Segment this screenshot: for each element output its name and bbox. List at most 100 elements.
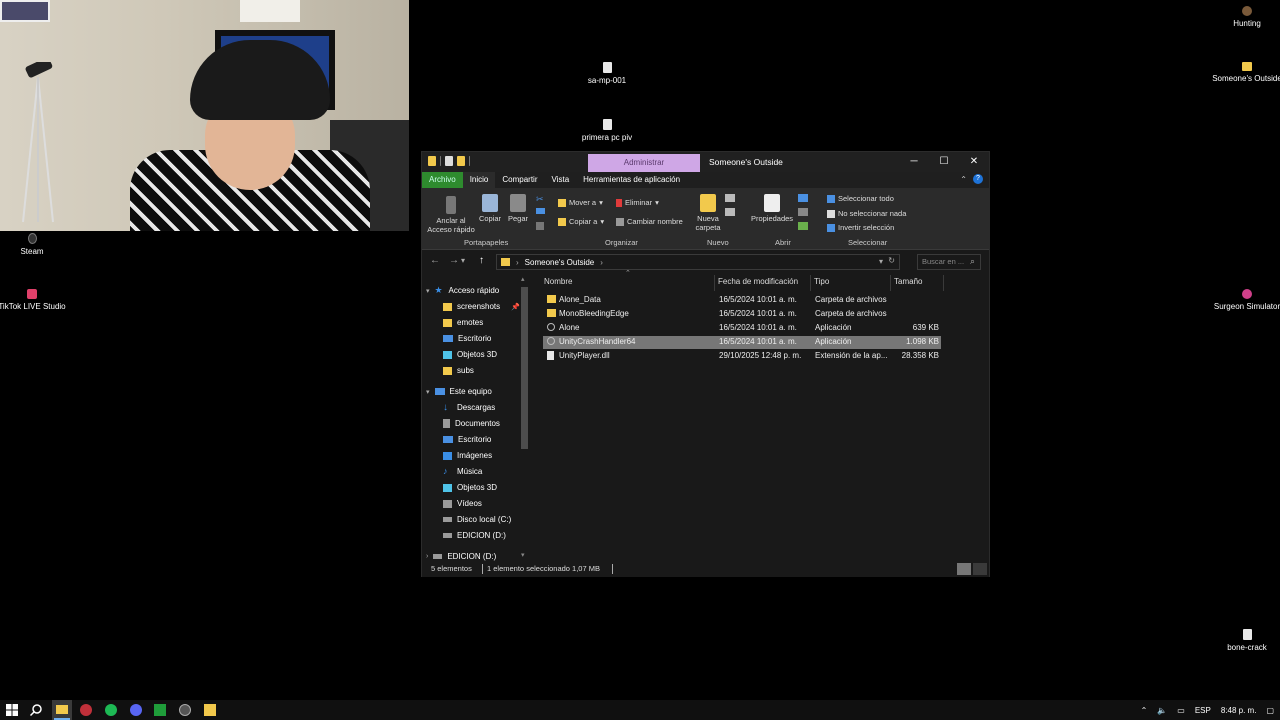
paste-button[interactable]: Pegar (506, 194, 530, 223)
scrollbar-thumb[interactable] (521, 287, 528, 449)
nav-emotes[interactable]: emotes (443, 318, 483, 327)
nav-videos[interactable]: Vídeos (443, 499, 482, 508)
nav-subs[interactable]: subs (443, 366, 474, 375)
scroll-up-icon[interactable]: ▴ (521, 275, 525, 283)
excel-icon[interactable] (154, 704, 166, 716)
forward-arrow-icon[interactable]: → (449, 255, 459, 266)
column-divider[interactable] (890, 275, 891, 291)
context-tab-administrar[interactable]: Administrar (588, 154, 700, 172)
clock[interactable]: 8:48 p. m. (1221, 706, 1257, 715)
desktop-icon-primera-pc-piv[interactable]: primera pc piv (572, 119, 642, 143)
cut-icon[interactable]: ✂ (536, 194, 544, 205)
navpane-scrollbar[interactable]: ▴ ▾ (521, 276, 528, 559)
search-icon[interactable]: ⌕ (970, 256, 975, 267)
help-icon[interactable]: ? (973, 174, 983, 184)
nav-objetos-3d[interactable]: Objetos 3D (443, 483, 497, 492)
paste-shortcut-icon[interactable] (536, 222, 544, 230)
desktop-icon-surgeon-simulator[interactable]: Surgeon Simulator (1212, 289, 1280, 312)
path-dropdown-icon[interactable]: ▾ (879, 257, 883, 266)
column-header-name[interactable]: Nombre (544, 277, 572, 286)
delete-button[interactable]: Eliminar ▾ (616, 198, 659, 207)
maximize-button[interactable]: ☐ (929, 152, 959, 172)
properties-icon[interactable] (445, 156, 453, 166)
tab-inicio[interactable]: Inicio (462, 172, 496, 188)
desktop-icon-sa-mp-001[interactable]: sa-mp-001 (572, 62, 642, 86)
pin-quick-access-button[interactable]: Anclar al Acceso rápido (426, 196, 476, 234)
opera-icon[interactable] (80, 704, 92, 716)
desktop-icon-steam[interactable]: Steam (0, 233, 67, 257)
file-row[interactable]: Alone_Data 16/5/2024 10:01 a. m. Carpeta… (543, 294, 941, 307)
nav-quick-access[interactable]: ▾ ★ Acceso rápido (426, 286, 499, 296)
desktop-icon-someones-outside[interactable]: Someone's Outside (1212, 62, 1280, 84)
column-divider[interactable] (810, 275, 811, 291)
notifications-icon[interactable]: ▢ (1266, 706, 1274, 715)
open-icon[interactable] (798, 194, 808, 202)
desktop-icon-bone-crack[interactable]: bone-crack (1212, 629, 1280, 653)
file-row[interactable]: MonoBleedingEdge 16/5/2024 10:01 a. m. C… (543, 308, 941, 321)
close-button[interactable]: ✕ (959, 152, 989, 172)
volume-icon[interactable]: 🔈 (1157, 706, 1167, 715)
nav-escritorio[interactable]: Escritorio (443, 435, 491, 444)
details-view-button[interactable] (957, 563, 971, 575)
nav-imagenes[interactable]: Imágenes (443, 451, 492, 460)
column-divider[interactable] (943, 275, 944, 291)
taskbar-file-explorer[interactable] (52, 700, 72, 720)
edit-icon[interactable] (798, 208, 808, 216)
nav-este-equipo[interactable]: ▾ Este equipo (426, 387, 492, 396)
nav-descargas[interactable]: ↓ Descargas (443, 403, 495, 413)
copy-to-button[interactable]: Copiar a ▾ (558, 217, 604, 226)
nav-edicion-d[interactable]: EDICION (D:) (443, 531, 506, 540)
select-all-button[interactable]: Seleccionar todo (827, 194, 894, 203)
discord-icon[interactable] (130, 704, 142, 716)
nav-objetos-3d-quick[interactable]: Objetos 3D (443, 350, 497, 359)
breadcrumb[interactable]: Someone's Outside (525, 258, 595, 267)
nav-musica[interactable]: ♪ Música (443, 467, 482, 477)
select-none-button[interactable]: No seleccionar nada (827, 209, 906, 218)
refresh-icon[interactable]: ↻ (888, 256, 895, 265)
history-icon[interactable] (798, 222, 808, 230)
tab-archivo[interactable]: Archivo (422, 172, 463, 188)
spotify-icon[interactable] (105, 704, 117, 716)
nav-disco-local-c[interactable]: Disco local (C:) (443, 515, 511, 524)
file-row[interactable]: Alone 16/5/2024 10:01 a. m. Aplicación 6… (543, 322, 941, 335)
language-indicator[interactable]: ESP (1195, 706, 1211, 715)
nav-documentos[interactable]: Documentos (443, 419, 500, 428)
desktop-icon-hunting[interactable]: Hunting (1212, 6, 1280, 29)
search-icon[interactable] (29, 703, 43, 717)
windows-start-icon[interactable] (5, 703, 19, 717)
properties-button[interactable]: Propiedades (750, 194, 794, 223)
tab-herramientas[interactable]: Herramientas de aplicación (576, 172, 687, 188)
large-icons-view-button[interactable] (973, 563, 987, 575)
nav-screenshots[interactable]: screenshots 📌 (443, 302, 520, 311)
copy-button[interactable]: Copiar (478, 194, 502, 223)
column-header-size[interactable]: Tamaño (894, 277, 922, 286)
back-arrow-icon[interactable]: ← (430, 255, 440, 266)
column-header-date[interactable]: Fecha de modificación (718, 277, 798, 286)
network-icon[interactable]: ▭ (1177, 706, 1185, 715)
up-arrow-icon[interactable]: ↑ (479, 255, 484, 266)
copy-path-icon[interactable] (536, 208, 545, 214)
rename-button[interactable]: Cambiar nombre (616, 217, 683, 226)
show-hidden-icons-icon[interactable]: ⌃ (1141, 706, 1148, 715)
file-row[interactable]: UnityPlayer.dll 29/10/2025 12:48 p. m. E… (543, 350, 941, 363)
invert-selection-button[interactable]: Invertir selección (827, 223, 894, 232)
column-header-type[interactable]: Tipo (814, 277, 829, 286)
scroll-down-icon[interactable]: ▾ (521, 551, 525, 559)
new-item-icon[interactable] (725, 194, 735, 202)
minimize-button[interactable]: ─ (899, 152, 929, 172)
sticky-notes-icon[interactable] (204, 704, 216, 716)
file-row-selected[interactable]: UnityCrashHandler64 16/5/2024 10:01 a. m… (543, 336, 941, 349)
steam-icon[interactable] (179, 704, 191, 716)
new-folder-button[interactable]: Nueva carpeta (694, 194, 722, 232)
tab-vista[interactable]: Vista (545, 172, 577, 188)
nav-edicion-d-root[interactable]: › EDICION (D:) (426, 552, 496, 561)
nav-escritorio-quick[interactable]: Escritorio (443, 334, 491, 343)
desktop-icon-tiktok-live-studio[interactable]: TikTok LIVE Studio (0, 289, 67, 312)
column-divider[interactable] (714, 275, 715, 291)
new-folder-icon[interactable] (457, 156, 465, 166)
recent-locations-icon[interactable]: ▾ (461, 256, 465, 265)
path-field[interactable]: › Someone's Outside › ▾ ↻ (496, 254, 900, 270)
collapse-ribbon-icon[interactable]: ⌃ (960, 175, 967, 184)
easy-access-icon[interactable] (725, 208, 735, 216)
move-to-button[interactable]: Mover a ▾ (558, 198, 603, 207)
